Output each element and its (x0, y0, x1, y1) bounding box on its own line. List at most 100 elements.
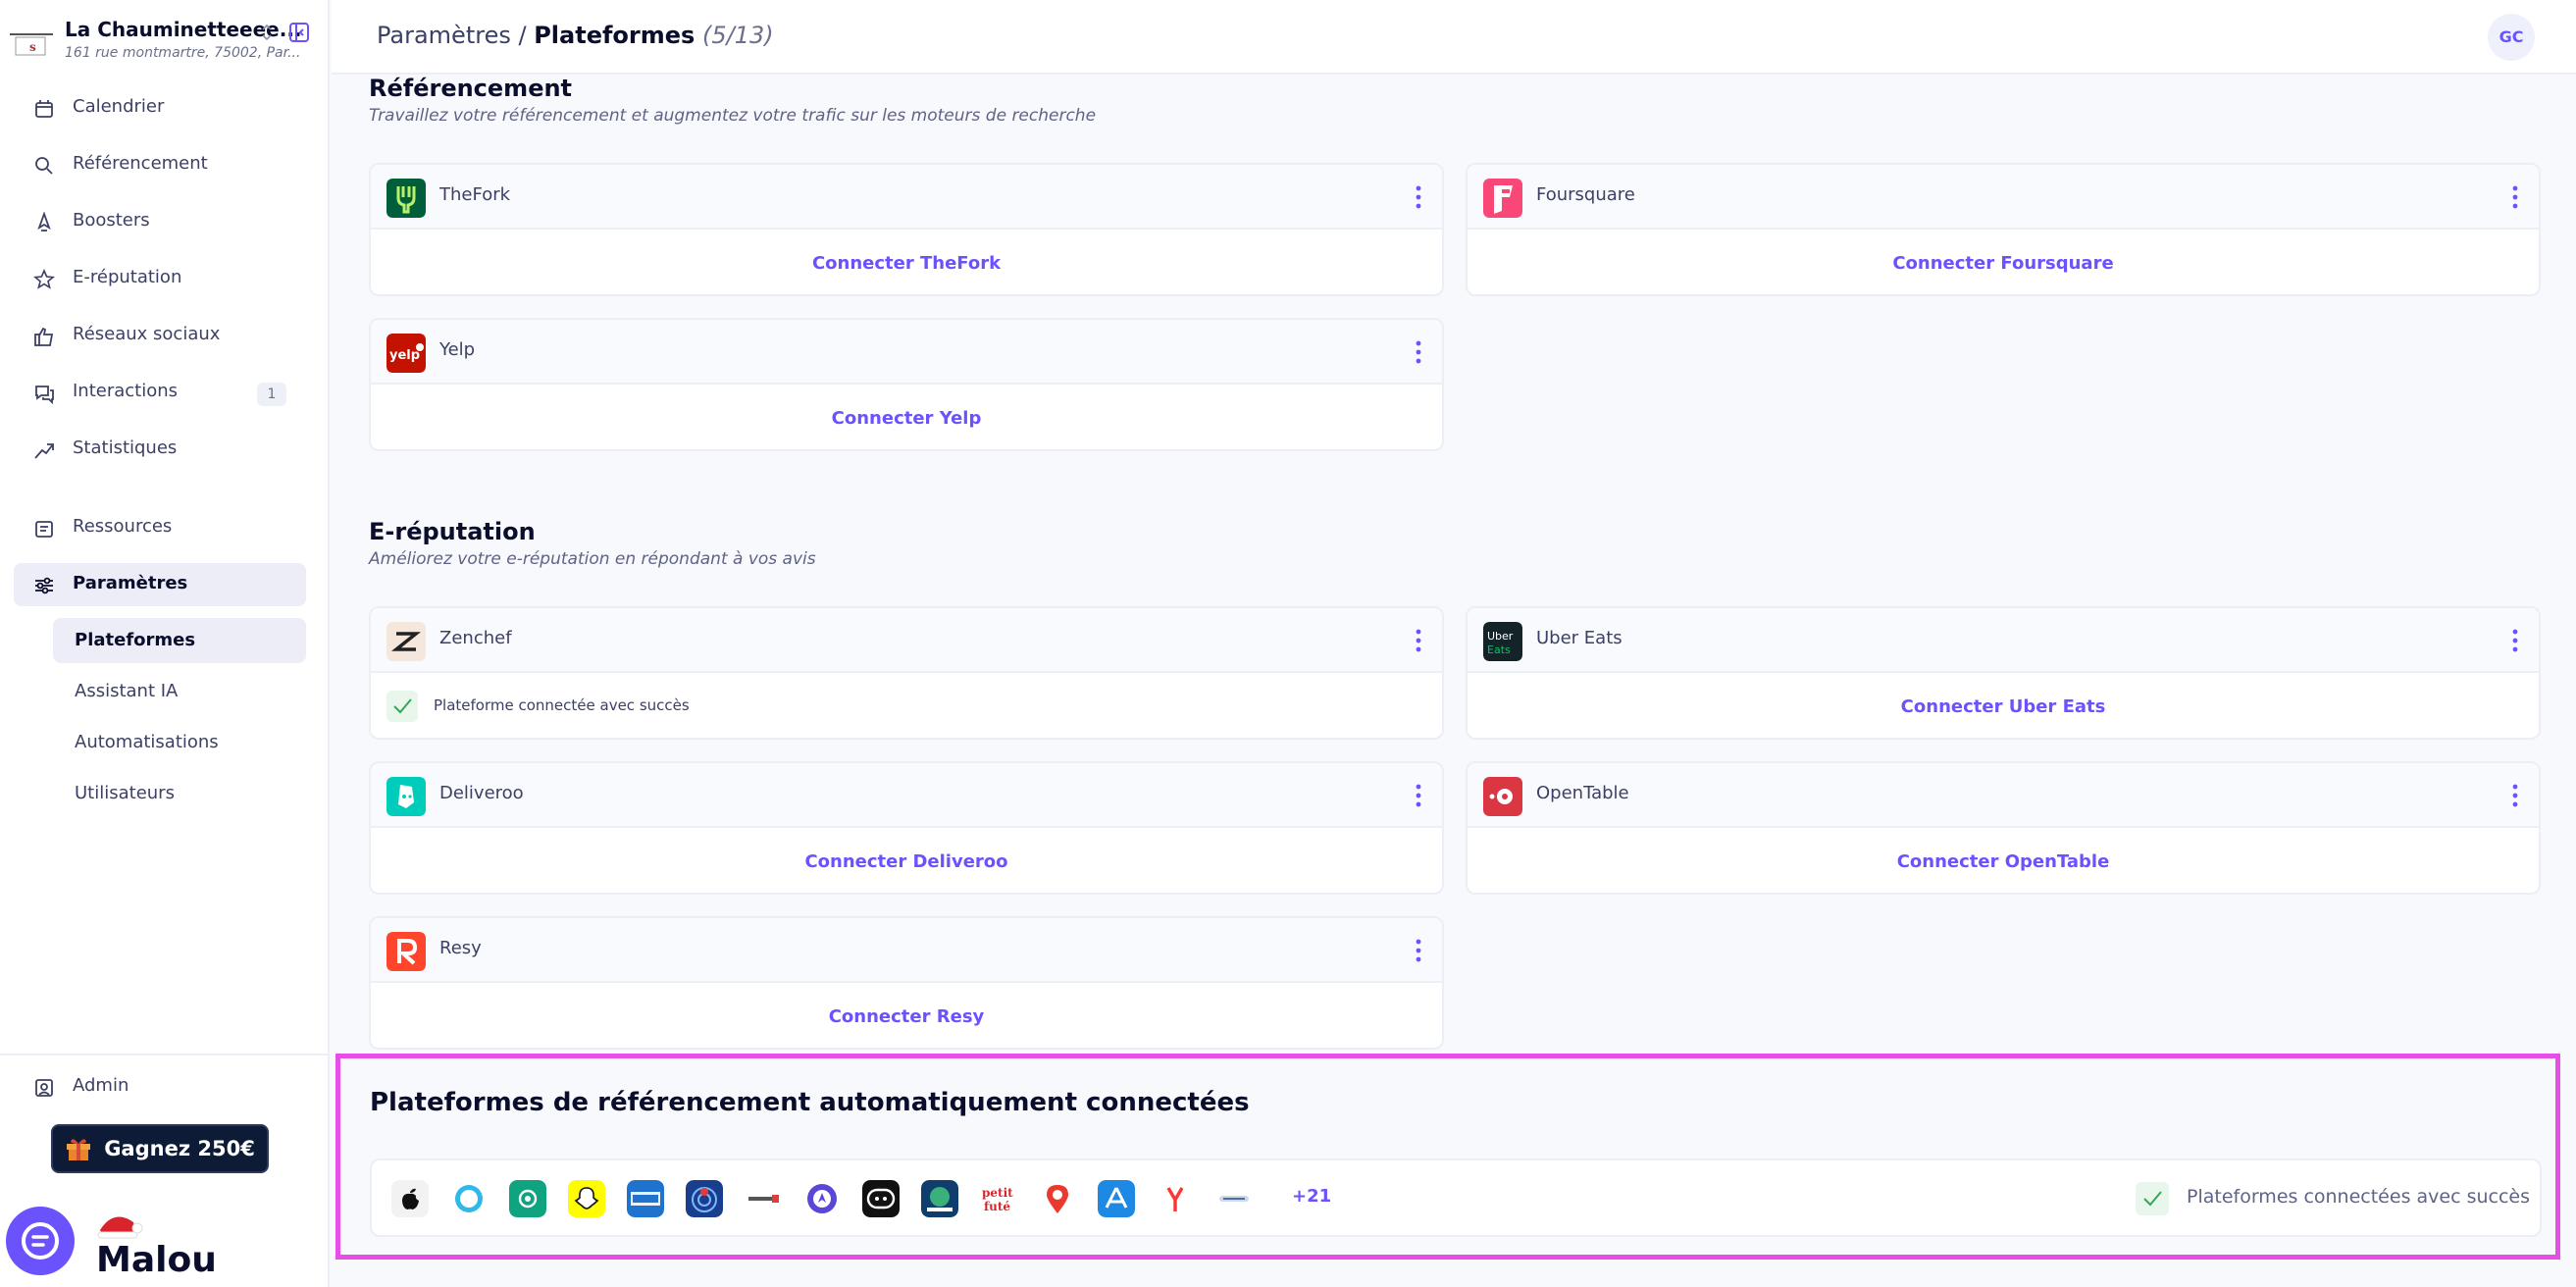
sidebar-item-ressources[interactable]: Ressources (14, 506, 306, 549)
card-header: Resy (371, 918, 1442, 983)
more-platforms-count[interactable]: +21 (1292, 1186, 1331, 1207)
sidebar-subitem-automatisations[interactable]: Automatisations (53, 720, 306, 765)
connect-ubereats-button[interactable]: Connecter Uber Eats (1468, 675, 2539, 738)
apple-maps-icon (391, 1180, 429, 1217)
connection-status: Plateforme connectée avec succès (434, 696, 690, 714)
thefork-logo-icon (386, 179, 426, 218)
sidebar-item-label: Interactions (73, 381, 179, 401)
sidebar-item-label: Réseaux sociaux (73, 324, 221, 344)
card-platform-name: Foursquare (1536, 184, 1635, 205)
restaurant-logo: s (10, 33, 53, 56)
connect-yelp-button[interactable]: Connecter Yelp (371, 386, 1442, 449)
opentable-logo-icon (1483, 777, 1522, 816)
section-title-referencement: Référencement (369, 75, 573, 102)
sidebar-item-admin[interactable]: Admin (14, 1065, 306, 1108)
more-vertical-icon[interactable] (1409, 182, 1428, 212)
deliveroo-logo-icon (386, 777, 426, 816)
breadcrumb-parent[interactable]: Paramètres (377, 22, 511, 49)
topbar: Paramètres / Plateformes (5/13) GC (332, 0, 2576, 75)
more-vertical-icon[interactable] (2505, 182, 2525, 212)
yelp-logo-icon: yelp (386, 334, 426, 373)
restaurant-selector[interactable]: s La Chauminetteeee... 161 rue montmartr… (10, 16, 314, 65)
breadcrumb-current: Plateformes (534, 22, 696, 49)
sidebar-subitem-label: Plateformes (75, 630, 196, 650)
alexa-icon (450, 1180, 488, 1217)
restaurant-address: 161 rue montmartre, 75002, Par... (65, 45, 301, 61)
more-vertical-icon[interactable] (1409, 337, 1428, 367)
breadcrumb: Paramètres / Plateformes (5/13) (377, 22, 774, 49)
connect-opentable-button[interactable]: Connecter OpenTable (1468, 830, 2539, 893)
sidebar-item-statistiques[interactable]: Statistiques (14, 428, 306, 471)
card-platform-name: Zenchef (439, 628, 512, 648)
sidebar-item-label: Référencement (73, 153, 208, 174)
navigation-app-icon (803, 1180, 841, 1217)
platform-card-thefork: TheFork Connecter TheFork (369, 163, 1444, 296)
card-platform-name: Uber Eats (1536, 628, 1623, 648)
card-header: OpenTable (1468, 763, 2539, 828)
svg-text:s: s (29, 40, 36, 54)
svg-text:Eats: Eats (1487, 644, 1511, 656)
more-vertical-icon[interactable] (2505, 781, 2525, 810)
sidebar-subitem-plateformes[interactable]: Plateformes (53, 618, 306, 663)
platform-card-opentable: OpenTable Connecter OpenTable (1466, 761, 2541, 895)
card-platform-name: Resy (439, 938, 482, 958)
connect-resy-button[interactable]: Connecter Resy (371, 985, 1442, 1048)
referral-gift-button[interactable]: Gagnez 250€ (51, 1124, 269, 1173)
auto-connected-title: Plateformes de référencement automatique… (370, 1088, 1250, 1117)
sidebar-item-calendrier[interactable]: Calendrier (14, 86, 306, 129)
auto-connected-platforms-panel: Plateformes de référencement automatique… (335, 1054, 2560, 1260)
referral-gift-label: Gagnez 250€ (104, 1137, 255, 1160)
card-header: TheFork (371, 165, 1442, 230)
sidebar-item-interactions[interactable]: Interactions 1 (14, 371, 306, 414)
gift-icon (67, 1139, 91, 1160)
user-avatar[interactable]: GC (2488, 14, 2535, 61)
sidebar-item-label: Calendrier (73, 96, 165, 117)
sidebar-item-reseaux-sociaux[interactable]: Réseaux sociaux (14, 314, 306, 357)
directory-icon (1215, 1180, 1253, 1217)
sidebar-item-label: Paramètres (73, 573, 188, 593)
connect-thefork-button[interactable]: Connecter TheFork (371, 232, 1442, 294)
zenchef-logo-icon (386, 622, 426, 661)
foursquare-logo-icon (1483, 179, 1522, 218)
auto-connected-strip: petit futé +21 Plateformes connectées ave… (370, 1158, 2542, 1237)
sidebar-item-parametres[interactable]: Paramètres (14, 563, 306, 606)
card-header: Zenchef (371, 608, 1442, 673)
more-vertical-icon[interactable] (1409, 781, 1428, 810)
check-icon (2136, 1182, 2169, 1215)
sidebar-item-boosters[interactable]: Boosters (14, 200, 306, 243)
sidebar-item-label: E-réputation (73, 267, 182, 287)
resy-logo-icon (386, 932, 426, 971)
card-platform-name: Yelp (439, 339, 476, 360)
sidebar-subitem-label: Automatisations (75, 732, 219, 752)
connect-deliveroo-button[interactable]: Connecter Deliveroo (371, 830, 1442, 893)
chat-icon (22, 1222, 59, 1260)
chevron-updown-icon[interactable] (260, 22, 274, 43)
more-vertical-icon[interactable] (1409, 936, 1428, 965)
sidebar-item-referencement[interactable]: Référencement (14, 143, 306, 186)
svg-text:Uber: Uber (1487, 630, 1514, 643)
amex-icon (627, 1180, 664, 1217)
ubereats-logo-icon: UberEats (1483, 622, 1522, 661)
check-icon (386, 691, 418, 722)
sidebar-subitem-assistant-ia[interactable]: Assistant IA (53, 669, 306, 714)
section-subtitle-referencement: Travaillez votre référencement et augmen… (369, 106, 1097, 126)
app-store-icon (1098, 1180, 1135, 1217)
sidebar-item-ereputation[interactable]: E-réputation (14, 257, 306, 300)
card-platform-name: TheFork (439, 184, 511, 205)
sidebar-subitem-utilisateurs[interactable]: Utilisateurs (53, 771, 306, 816)
support-chat-button[interactable] (6, 1207, 75, 1275)
more-vertical-icon[interactable] (2505, 626, 2525, 655)
more-vertical-icon[interactable] (1409, 626, 1428, 655)
malou-logo: Malou (96, 1216, 217, 1277)
card-platform-name: OpenTable (1536, 783, 1629, 803)
sidebar-collapse-icon[interactable] (288, 22, 310, 43)
sidebar-subitem-label: Utilisateurs (75, 783, 175, 803)
trend-up-icon (34, 443, 54, 459)
chat-bubbles-icon (35, 386, 54, 404)
sidebar-item-label: Boosters (73, 210, 150, 231)
platform-card-foursquare: Foursquare Connecter Foursquare (1466, 163, 2541, 296)
sidebar-item-label: Statistiques (73, 438, 178, 458)
svg-text:yelp: yelp (389, 348, 420, 363)
svg-text:petit: petit (982, 1186, 1013, 1200)
connect-foursquare-button[interactable]: Connecter Foursquare (1468, 232, 2539, 294)
